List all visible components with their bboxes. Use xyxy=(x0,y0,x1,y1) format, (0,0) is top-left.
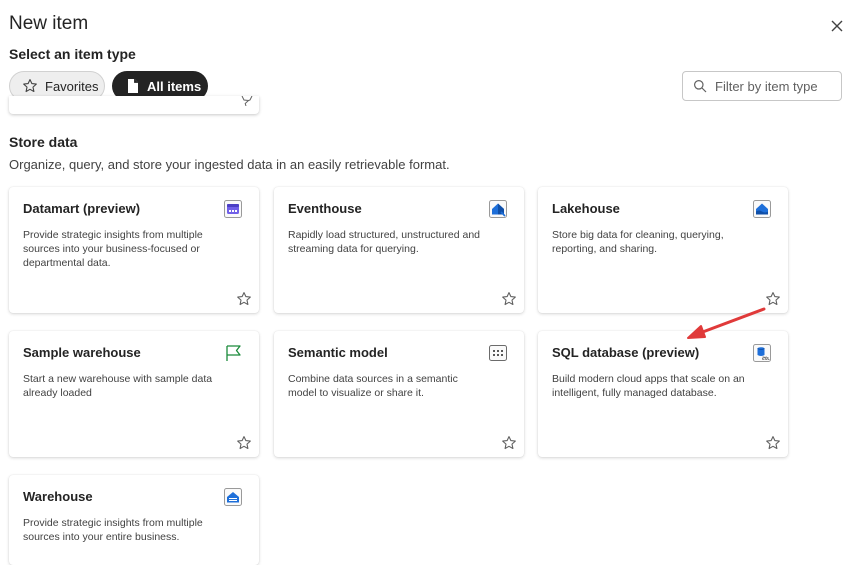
card-sample-warehouse[interactable]: Sample warehouse Start a new warehouse w… xyxy=(9,331,259,457)
star-icon[interactable] xyxy=(765,291,781,307)
card-semantic-model[interactable]: Semantic model Combine data sources in a… xyxy=(274,331,524,457)
document-icon xyxy=(128,79,138,93)
card-datamart[interactable]: Datamart (preview) Provide strategic ins… xyxy=(9,187,259,313)
search-icon xyxy=(694,80,707,93)
scrolled-card-remnant xyxy=(9,96,259,114)
close-icon[interactable] xyxy=(828,17,846,35)
lakehouse-icon xyxy=(753,200,771,218)
card-title: Semantic model xyxy=(288,345,388,360)
dialog-subtitle: Select an item type xyxy=(9,46,136,62)
star-icon[interactable] xyxy=(501,435,517,451)
datamart-icon xyxy=(224,200,242,218)
filter-input[interactable] xyxy=(713,77,835,95)
all-items-label: All items xyxy=(147,78,202,94)
card-title: SQL database (preview) xyxy=(552,345,700,360)
card-title: Eventhouse xyxy=(288,201,362,216)
card-description: Store big data for cleaning, querying, r… xyxy=(552,229,724,255)
eventhouse-icon xyxy=(489,200,507,218)
star-icon[interactable] xyxy=(240,96,254,106)
card-description: Start a new warehouse with sample data a… xyxy=(23,373,213,399)
card-description: Provide strategic insights from multiple… xyxy=(23,229,203,269)
dialog-title: New item xyxy=(9,13,89,34)
star-icon[interactable] xyxy=(765,435,781,451)
favorites-label: Favorites xyxy=(45,78,99,94)
card-description: Combine data sources in a semantic model… xyxy=(288,373,458,399)
section-description: Organize, query, and store your ingested… xyxy=(9,157,450,172)
card-description: Provide strategic insights from multiple… xyxy=(23,517,203,543)
card-title: Sample warehouse xyxy=(23,345,141,360)
card-title: Warehouse xyxy=(23,489,93,504)
star-icon[interactable] xyxy=(236,435,252,451)
card-lakehouse[interactable]: Lakehouse Store big data for cleaning, q… xyxy=(538,187,788,313)
card-title: Datamart (preview) xyxy=(23,201,141,216)
star-icon[interactable] xyxy=(236,291,252,307)
card-sql-database[interactable]: SQL database (preview) Build modern clou… xyxy=(538,331,788,457)
sql-database-icon xyxy=(753,344,771,362)
card-warehouse[interactable]: Warehouse Provide strategic insights fro… xyxy=(9,475,259,565)
card-title: Lakehouse xyxy=(552,201,620,216)
star-icon[interactable] xyxy=(501,291,517,307)
star-icon xyxy=(23,79,37,93)
warehouse-icon xyxy=(224,488,242,506)
semantic-model-icon xyxy=(489,345,507,361)
card-description: Build modern cloud apps that scale on an… xyxy=(552,373,745,399)
filter-search-box[interactable] xyxy=(682,71,842,101)
flag-icon xyxy=(226,345,241,361)
card-description: Rapidly load structured, unstructured an… xyxy=(288,229,481,255)
card-eventhouse[interactable]: Eventhouse Rapidly load structured, unst… xyxy=(274,187,524,313)
section-title: Store data xyxy=(9,134,78,150)
